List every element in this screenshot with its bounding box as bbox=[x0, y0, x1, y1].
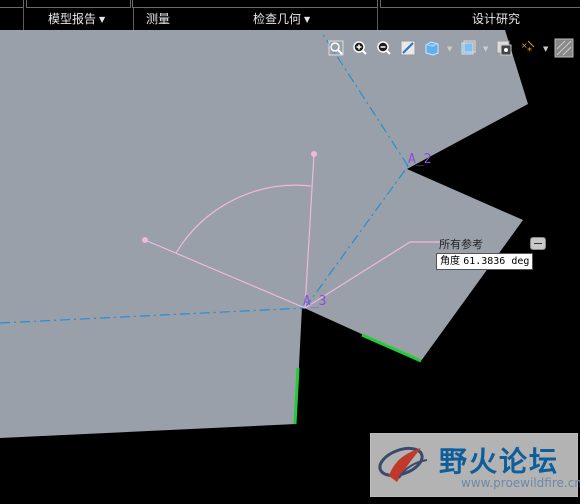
model-surface bbox=[0, 30, 528, 438]
menu-separator bbox=[377, 8, 378, 30]
axis-label-a3: A_3 bbox=[303, 294, 327, 309]
forum-watermark: 野火论坛 www.proewildfire.cn bbox=[370, 433, 580, 497]
menu-measure[interactable]: 测量 bbox=[146, 8, 170, 30]
zoom-in-icon[interactable] bbox=[350, 38, 370, 58]
chevron-down-icon[interactable]: ▼ bbox=[543, 45, 548, 53]
menu-separator bbox=[133, 8, 134, 30]
svg-text:*: * bbox=[527, 46, 532, 57]
collapse-button[interactable] bbox=[530, 237, 546, 250]
chevron-down-icon[interactable]: ▼ bbox=[447, 45, 452, 53]
spin-center-icon[interactable] bbox=[554, 38, 574, 58]
repaint-icon[interactable] bbox=[398, 38, 418, 58]
menu-design-study[interactable]: 设计研究 bbox=[472, 8, 520, 30]
chevron-down-icon: ▼ bbox=[304, 15, 311, 24]
saved-views-icon[interactable] bbox=[422, 38, 442, 58]
menu-inspect-geometry-label: 检查几何 bbox=[253, 12, 302, 26]
menu-separator bbox=[23, 8, 24, 30]
menu-design-study-label: 设计研究 bbox=[472, 12, 521, 26]
menu-measure-label: 测量 bbox=[146, 12, 171, 26]
watermark-title: 野火论坛 bbox=[439, 445, 560, 478]
chevron-down-icon: ▼ bbox=[99, 15, 106, 24]
display-style-icon[interactable] bbox=[458, 38, 478, 58]
angle-measurement-box: 角度 61.3836 deg bbox=[436, 253, 534, 270]
dimension-endpoint bbox=[142, 237, 148, 243]
axis-label-a2: A_2 bbox=[408, 152, 432, 167]
angle-prefix: 角度 bbox=[440, 256, 460, 267]
reference-label: 所有参考 bbox=[439, 238, 483, 251]
datum-display-icon[interactable]: × * bbox=[518, 38, 538, 58]
dimension-endpoint bbox=[311, 151, 317, 157]
chevron-down-icon[interactable]: ▼ bbox=[483, 45, 488, 53]
menu-model-report-label: 模型报告 bbox=[48, 12, 97, 26]
menu-top-rule bbox=[0, 0, 580, 8]
watermark-logo-icon bbox=[378, 446, 428, 482]
menu-bar: 模型报告 ▼ 测量 检查几何 ▼ 设计研究 bbox=[0, 0, 580, 30]
menu-inspect-geometry[interactable]: 检查几何 ▼ bbox=[253, 8, 310, 30]
menu-model-report[interactable]: 模型报告 ▼ bbox=[48, 8, 105, 30]
watermark-url: www.proewildfire.cn bbox=[461, 476, 580, 490]
angle-value: 61.3836 deg bbox=[463, 256, 530, 267]
view-manager-icon[interactable] bbox=[494, 38, 514, 58]
zoom-out-icon[interactable] bbox=[374, 38, 394, 58]
refit-icon[interactable] bbox=[326, 38, 346, 58]
